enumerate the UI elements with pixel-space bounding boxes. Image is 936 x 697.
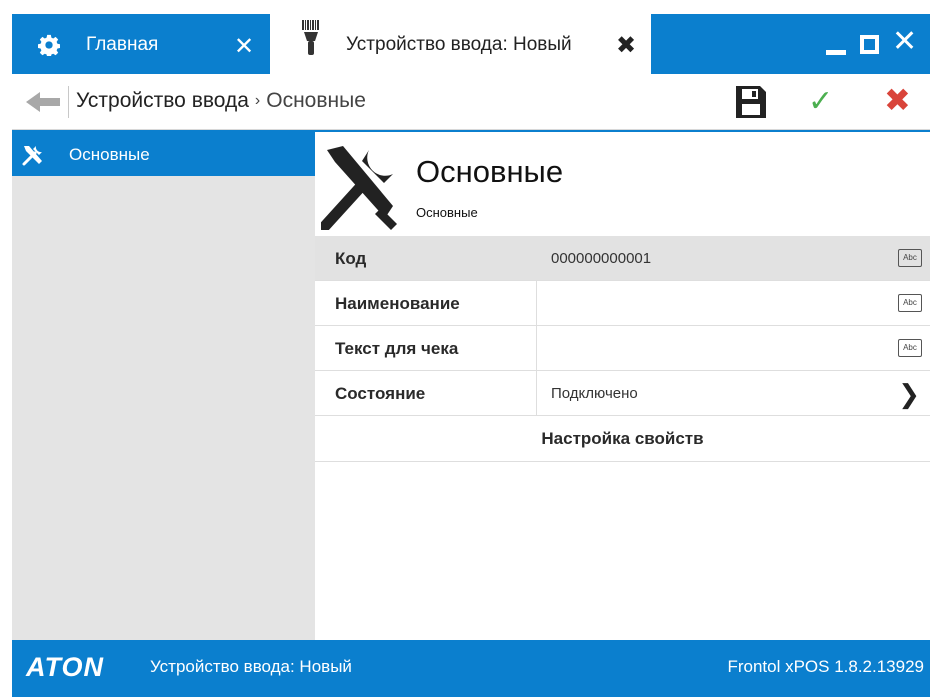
- barcode-scanner-icon: [300, 20, 322, 61]
- field-label: Состояние: [335, 384, 426, 403]
- field-row-status[interactable]: Состояние Подключено ❯: [315, 371, 930, 416]
- field-value: Подключено: [551, 385, 638, 402]
- page-subtitle: Основные: [416, 205, 478, 220]
- window-controls: ✕: [824, 25, 918, 58]
- back-button[interactable]: [26, 90, 62, 114]
- minimize-button[interactable]: [824, 29, 848, 57]
- breadcrumb-current: Основные: [266, 89, 366, 112]
- text-edit-button[interactable]: Abc: [898, 339, 922, 357]
- sidebar: Основные: [12, 132, 315, 640]
- arrow-left-icon: [26, 92, 60, 112]
- version-label: Frontol xPOS 1.8.2.13929: [727, 657, 924, 676]
- tab-home-close-button[interactable]: ✕: [234, 32, 254, 61]
- cancel-button[interactable]: ✖: [884, 84, 916, 116]
- tools-icon: [319, 142, 401, 235]
- field-label: Текст для чека: [335, 339, 459, 358]
- status-bar: ATON Устройство ввода: Новый Frontol xPO…: [12, 640, 930, 697]
- sidebar-item-main[interactable]: Основные: [12, 132, 315, 176]
- save-icon: [736, 86, 766, 118]
- text-edit-button[interactable]: Abc: [898, 294, 922, 312]
- tab-input-device-label: Устройство ввода: Новый: [346, 34, 572, 55]
- breadcrumb-root[interactable]: Устройство ввода: [76, 89, 249, 112]
- breadcrumb: Устройство ввода › Основные: [76, 89, 366, 113]
- tab-input-device[interactable]: Устройство ввода: Новый ✖: [270, 14, 651, 74]
- tools-icon: [21, 143, 45, 172]
- close-icon: ✕: [892, 25, 918, 58]
- save-button[interactable]: [736, 86, 768, 118]
- navigation-bar: Устройство ввода › Основные ✓ ✖: [12, 74, 930, 130]
- properties-setup-label: Настройка свойств: [541, 429, 704, 448]
- text-edit-button[interactable]: Abc: [898, 249, 922, 267]
- window-close-button[interactable]: ✕: [892, 25, 918, 58]
- status-text: Устройство ввода: Новый: [150, 657, 352, 676]
- sidebar-item-label: Основные: [69, 145, 150, 164]
- field-row-code[interactable]: Код 000000000001 Abc: [315, 236, 930, 281]
- maximize-icon: [860, 35, 879, 54]
- field-divider: [536, 326, 537, 370]
- properties-setup-button[interactable]: Настройка свойств: [315, 416, 930, 462]
- field-label: Наименование: [335, 294, 460, 313]
- main-panel: Основные Основные Код 000000000001 Abc Н…: [315, 132, 930, 640]
- maximize-button[interactable]: [858, 29, 882, 57]
- page-title: Основные: [416, 154, 564, 189]
- tab-input-device-close-button[interactable]: ✖: [616, 31, 636, 60]
- gear-icon: [37, 34, 61, 61]
- nav-divider: [68, 86, 69, 118]
- section-header: Основные Основные: [315, 132, 930, 236]
- tab-home-label: Главная: [86, 34, 159, 55]
- aton-logo: ATON: [26, 652, 104, 682]
- confirm-button[interactable]: ✓: [808, 87, 840, 119]
- chevron-right-icon[interactable]: ❯: [898, 379, 920, 410]
- tab-home[interactable]: Главная ✕: [12, 14, 270, 74]
- field-value: 000000000001: [551, 250, 652, 267]
- field-divider: [536, 371, 537, 415]
- field-row-receipt-text[interactable]: Текст для чека Abc: [315, 326, 930, 371]
- field-label: Код: [335, 249, 367, 268]
- field-divider: [536, 281, 537, 325]
- minimize-icon: [826, 50, 846, 55]
- title-bar: Главная ✕ Устройство ввода: Новый ✖ ✕: [12, 14, 930, 74]
- field-row-name[interactable]: Наименование Abc: [315, 281, 930, 326]
- app-window: Главная ✕ Устройство ввода: Новый ✖ ✕ Ус…: [12, 14, 930, 697]
- breadcrumb-separator: ›: [254, 92, 261, 109]
